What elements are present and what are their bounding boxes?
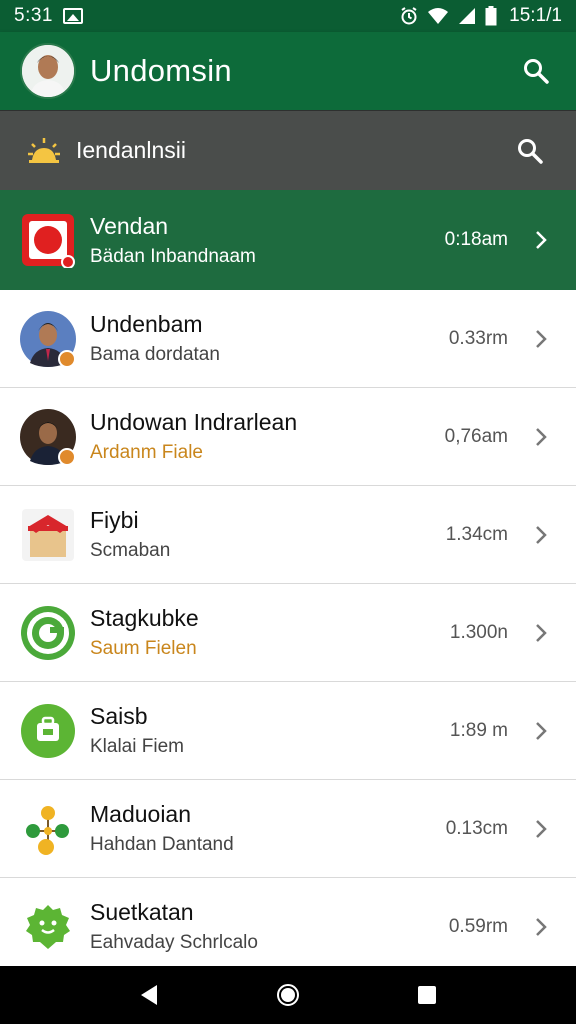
list-item[interactable]: Suetkatan Eahvaday Schrlcalo 0.59rm	[0, 878, 576, 976]
list-item-subtitle: Klalai Fiem	[90, 736, 184, 757]
list-item-subtitle: Bama dordatan	[90, 344, 220, 365]
home-button[interactable]	[268, 975, 308, 1015]
list-item[interactable]: Vendan Bädan Inbandnaam 0:18am	[0, 190, 576, 290]
list-item-meta: 0.13cm	[445, 817, 508, 839]
home-circle-icon	[276, 984, 299, 1006]
list-item-meta: 0,76am	[444, 425, 508, 447]
green-bag-icon	[20, 703, 76, 759]
search-icon	[518, 138, 543, 164]
list-item-subtitle: Ardanm Fiale	[90, 442, 203, 463]
back-button[interactable]	[129, 975, 169, 1015]
app-bar: Undomsin	[0, 32, 576, 110]
list-item[interactable]: Saisb Klalai Fiem 1:89 m	[0, 682, 576, 780]
recents-square-icon	[417, 986, 436, 1004]
person-avatar-icon	[20, 310, 76, 368]
chevron-right-icon[interactable]	[526, 225, 556, 255]
list-item-title: Undowan Indrarlean	[90, 409, 298, 435]
sun-icon	[28, 137, 60, 163]
list-item[interactable]: Maduoian Hahdan Dantand 0.13cm	[0, 780, 576, 878]
status-time: 5:31	[14, 5, 53, 26]
list-item-meta: 0.33rm	[448, 327, 508, 349]
list-item-title: Undenbam	[90, 311, 203, 337]
list-item-meta: 1:89 m	[449, 719, 508, 741]
list-item[interactable]: Stagkubke Saum Fielen 1.300n	[0, 584, 576, 682]
list-item-subtitle: Scmaban	[90, 540, 171, 561]
search-button[interactable]	[516, 51, 556, 91]
list-item-subtitle: Saum Fielen	[90, 638, 197, 659]
list-item-title: Stagkubke	[90, 605, 199, 631]
list-item-meta: 0:18am	[444, 229, 508, 250]
list-item[interactable]: Fiybi Scmaban 1.34cm	[0, 486, 576, 584]
recents-button[interactable]	[407, 975, 447, 1015]
sub-toolbar-title: Iendanlnsii	[76, 137, 186, 163]
chevron-right-icon[interactable]	[526, 618, 556, 648]
list-item[interactable]: Undowan Indrarlean Ardanm Fiale 0,76am	[0, 388, 576, 486]
sub-search-button[interactable]	[510, 131, 550, 171]
status-clock: 15:1/1	[509, 5, 562, 26]
gallery-icon	[62, 8, 83, 24]
person-avatar-icon	[20, 408, 76, 466]
molecule-icon	[20, 801, 76, 857]
list-item-subtitle: Bädan Inbandnaam	[90, 245, 256, 267]
item-list: Vendan Bädan Inbandnaam 0:18am Undenbam …	[0, 190, 576, 976]
green-c-icon	[20, 605, 76, 661]
avatar[interactable]	[20, 43, 76, 99]
status-bar: 5:31 15:1/1	[0, 0, 576, 32]
chevron-right-icon[interactable]	[526, 324, 556, 354]
sub-toolbar: Iendanlnsii	[0, 110, 576, 190]
chevron-right-icon[interactable]	[526, 422, 556, 452]
list-item-meta: 1.34cm	[445, 523, 508, 545]
list-item-title: Suetkatan	[90, 899, 194, 925]
wifi-icon	[428, 8, 449, 24]
chevron-right-icon[interactable]	[526, 912, 556, 942]
app-title: Undomsin	[90, 53, 232, 88]
list-item-title: Fiybi	[90, 507, 139, 533]
list-item[interactable]: Undenbam Bama dordatan 0.33rm	[0, 290, 576, 388]
list-item-meta: 1.300n	[449, 621, 508, 643]
chevron-right-icon[interactable]	[526, 520, 556, 550]
list-item-title: Vendan	[90, 212, 169, 239]
alarm-icon	[401, 7, 417, 25]
list-item-title: Saisb	[90, 703, 148, 729]
list-item-subtitle: Eahvaday Schrlcalo	[90, 932, 258, 953]
battery-icon	[485, 6, 497, 26]
system-nav-bar	[0, 966, 576, 1024]
back-triangle-icon	[141, 985, 158, 1005]
list-item-meta: 0.59rm	[448, 915, 508, 937]
chevron-right-icon[interactable]	[526, 716, 556, 746]
chevron-right-icon[interactable]	[526, 814, 556, 844]
status-icons: 15:1/1	[399, 5, 562, 27]
signal-icon	[459, 8, 476, 24]
list-item-title: Maduoian	[90, 801, 192, 827]
gift-box-icon	[20, 507, 76, 563]
search-icon	[524, 59, 549, 84]
red-square-app-icon	[20, 212, 76, 269]
green-leaf-badge-icon	[20, 899, 76, 955]
list-item-subtitle: Hahdan Dantand	[90, 834, 234, 855]
